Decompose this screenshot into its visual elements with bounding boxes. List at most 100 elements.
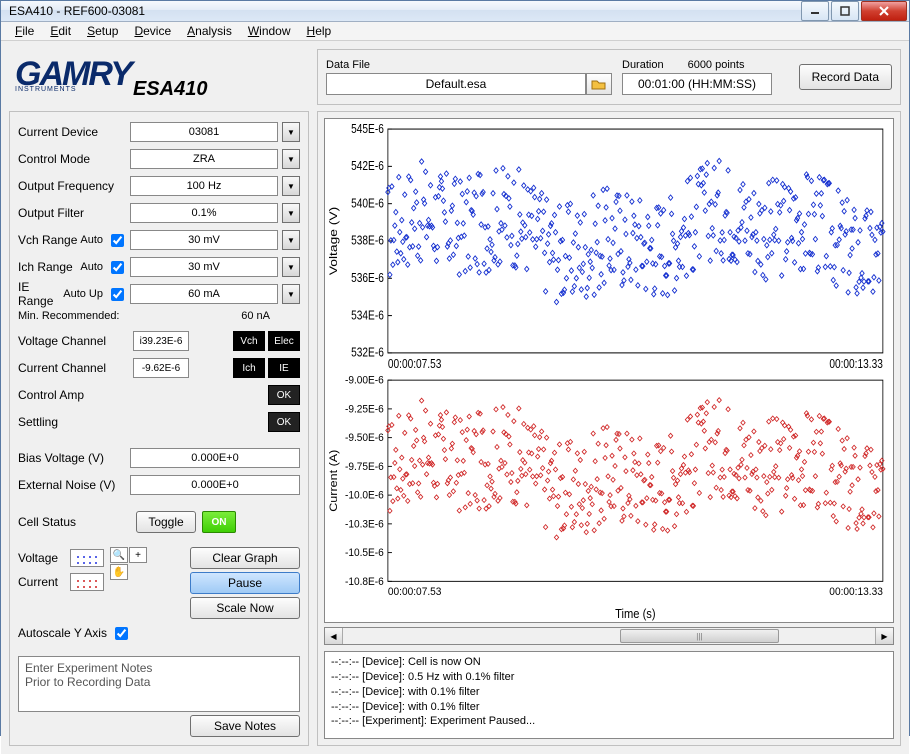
svg-text:Voltage (V): Voltage (V) xyxy=(327,207,339,275)
autoscale-check[interactable] xyxy=(115,627,128,640)
datafile-input[interactable] xyxy=(326,73,586,95)
svg-text:-9.75E-6: -9.75E-6 xyxy=(345,460,384,473)
dropdown-icon[interactable]: ▼ xyxy=(282,284,300,304)
svg-text:00:00:07.53: 00:00:07.53 xyxy=(388,358,442,370)
titlebar: ESA410 - REF600-03081 xyxy=(1,1,909,22)
duration-input[interactable] xyxy=(622,73,772,95)
settling-status: OK xyxy=(268,412,300,432)
header-panel: Data File Duration 6000 points R xyxy=(317,49,901,105)
control-mode-select[interactable] xyxy=(130,149,278,169)
ich-auto-label: Auto xyxy=(80,261,103,273)
logo-suffix: ESA410 xyxy=(133,78,208,101)
min-rec-value: 60 nA xyxy=(241,310,270,322)
control-amp-label: Control Amp xyxy=(18,388,130,402)
current-device-select[interactable] xyxy=(130,122,278,142)
cell-toggle-button[interactable]: Toggle xyxy=(136,511,196,533)
vch-auto-label: Auto xyxy=(80,234,103,246)
pause-button[interactable]: Pause xyxy=(190,572,300,594)
log-output[interactable]: --:--:-- [Device]: Cell is now ON--:--:-… xyxy=(324,651,894,739)
zoom-icon[interactable]: 🔍 xyxy=(110,547,128,563)
svg-text:-9.25E-6: -9.25E-6 xyxy=(345,402,384,415)
svg-text:534E-6: 534E-6 xyxy=(351,309,384,322)
duration-label: Duration xyxy=(622,59,664,71)
bias-voltage-input[interactable] xyxy=(130,448,300,468)
vch-button[interactable]: Vch xyxy=(233,331,265,351)
vch-range-label: Vch Range xyxy=(18,233,80,247)
menu-device[interactable]: Device xyxy=(126,22,179,40)
svg-text:-9.50E-6: -9.50E-6 xyxy=(345,431,384,444)
current-channel-value xyxy=(133,358,189,378)
ie-range-label: IE Range xyxy=(18,280,63,308)
legend-voltage-label: Voltage xyxy=(18,551,66,565)
svg-text:Current (A): Current (A) xyxy=(327,449,340,511)
current-chart[interactable]: -10.8E-6-10.5E-6-10.3E-6-10.0E-6-9.75E-6… xyxy=(325,371,893,623)
minimize-button[interactable] xyxy=(801,1,829,21)
chart-scrollbar[interactable]: ◀ ||| ▶ xyxy=(324,627,894,645)
scroll-right-icon[interactable]: ▶ xyxy=(875,628,893,644)
menu-window[interactable]: Window xyxy=(240,22,299,40)
control-amp-status: OK xyxy=(268,385,300,405)
maximize-button[interactable] xyxy=(831,1,859,21)
svg-text:540E-6: 540E-6 xyxy=(351,198,384,211)
menu-analysis[interactable]: Analysis xyxy=(179,22,240,40)
svg-text:Time (s): Time (s) xyxy=(615,606,655,621)
vch-auto-check[interactable] xyxy=(111,234,124,247)
svg-text:538E-6: 538E-6 xyxy=(351,235,384,248)
record-data-button[interactable]: Record Data xyxy=(799,64,892,90)
output-freq-select[interactable] xyxy=(130,176,278,196)
notes-textarea[interactable]: Enter Experiment NotesPrior to Recording… xyxy=(18,656,300,712)
chart-panel: 532E-6534E-6536E-6538E-6540E-6542E-6545E… xyxy=(317,111,901,746)
svg-text:-10.0E-6: -10.0E-6 xyxy=(345,489,384,502)
elec-button[interactable]: Elec xyxy=(268,331,300,351)
scale-now-button[interactable]: Scale Now xyxy=(190,597,300,619)
menu-help[interactable]: Help xyxy=(299,22,340,40)
current-channel-label: Current Channel xyxy=(18,361,130,375)
menubar: File Edit Setup Device Analysis Window H… xyxy=(1,22,909,41)
datafile-label: Data File xyxy=(326,59,612,71)
dropdown-icon[interactable]: ▼ xyxy=(282,176,300,196)
dropdown-icon[interactable]: ▼ xyxy=(282,122,300,142)
dropdown-icon[interactable]: ▼ xyxy=(282,149,300,169)
save-notes-button[interactable]: Save Notes xyxy=(190,715,300,737)
voltage-channel-value xyxy=(133,331,189,351)
close-button[interactable] xyxy=(861,1,907,21)
legend-current-swatch xyxy=(70,573,104,591)
menu-edit[interactable]: Edit xyxy=(42,22,79,40)
cell-status-label: Cell Status xyxy=(18,515,130,529)
menu-file[interactable]: File xyxy=(7,22,42,40)
folder-open-icon xyxy=(591,78,607,90)
dropdown-icon[interactable]: ▼ xyxy=(282,230,300,250)
ich-range-select[interactable] xyxy=(130,257,278,277)
svg-text:-9.00E-6: -9.00E-6 xyxy=(345,374,384,387)
voltage-channel-label: Voltage Channel xyxy=(18,334,130,348)
scroll-thumb[interactable]: ||| xyxy=(620,629,780,643)
ie-button[interactable]: IE xyxy=(268,358,300,378)
output-freq-label: Output Frequency xyxy=(18,179,130,193)
dropdown-icon[interactable]: ▼ xyxy=(282,257,300,277)
ich-button[interactable]: Ich xyxy=(233,358,265,378)
svg-text:-10.3E-6: -10.3E-6 xyxy=(345,517,384,530)
svg-text:00:00:07.53: 00:00:07.53 xyxy=(388,585,442,598)
chart-area: 532E-6534E-6536E-6538E-6540E-6542E-6545E… xyxy=(324,118,894,623)
svg-text:536E-6: 536E-6 xyxy=(351,272,384,285)
vch-range-select[interactable] xyxy=(130,230,278,250)
crosshair-icon[interactable]: + xyxy=(129,547,147,563)
pan-icon[interactable]: ✋ xyxy=(110,564,128,580)
ie-autoup-check[interactable] xyxy=(111,288,124,301)
logo-brand: GAMRY xyxy=(15,61,131,88)
svg-text:545E-6: 545E-6 xyxy=(351,123,384,136)
output-filter-select[interactable] xyxy=(130,203,278,223)
menu-setup[interactable]: Setup xyxy=(79,22,126,40)
svg-text:-10.8E-6: -10.8E-6 xyxy=(345,575,384,588)
clear-graph-button[interactable]: Clear Graph xyxy=(190,547,300,569)
scroll-left-icon[interactable]: ◀ xyxy=(325,628,343,644)
dropdown-icon[interactable]: ▼ xyxy=(282,203,300,223)
svg-text:532E-6: 532E-6 xyxy=(351,347,384,360)
ext-noise-input[interactable] xyxy=(130,475,300,495)
voltage-chart[interactable]: 532E-6534E-6536E-6538E-6540E-6542E-6545E… xyxy=(325,119,893,371)
control-mode-label: Control Mode xyxy=(18,152,130,166)
ie-autoup-label: Auto Up xyxy=(63,288,103,300)
ich-auto-check[interactable] xyxy=(111,261,124,274)
ie-range-select[interactable] xyxy=(130,284,278,304)
browse-button[interactable] xyxy=(586,73,612,95)
